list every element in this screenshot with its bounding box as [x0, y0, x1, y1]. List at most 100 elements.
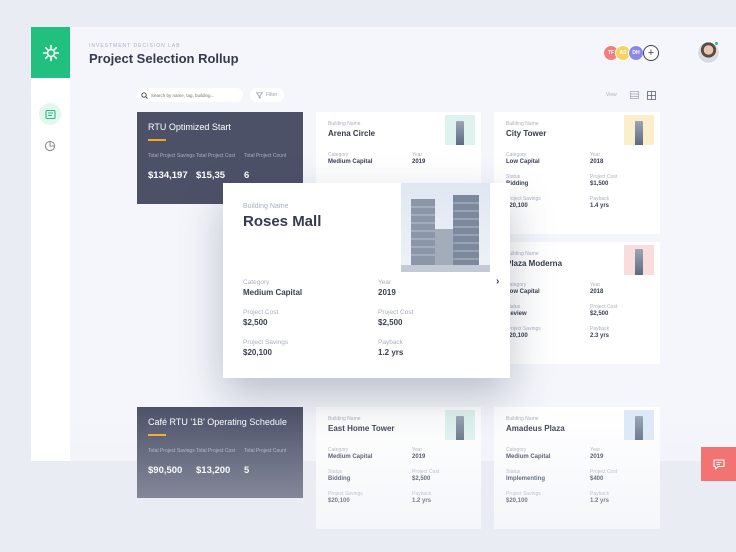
filter-icon — [256, 91, 263, 99]
search-input[interactable] — [151, 92, 239, 98]
add-member-button[interactable]: + — [643, 45, 659, 61]
status-value: Bidding — [506, 181, 529, 187]
payback-value: 2.3 yrs — [590, 333, 610, 339]
cost-value: $400 — [590, 476, 604, 482]
building-thumbnail — [445, 410, 475, 440]
field-label: Year — [412, 447, 423, 453]
field-label: Payback — [590, 196, 610, 202]
field-label: Project Cost — [590, 174, 618, 180]
savings-value: $20,100 — [506, 203, 528, 209]
field-label: Status — [506, 469, 521, 475]
category-value: Medium Capital — [243, 288, 303, 297]
list-view-button[interactable] — [627, 88, 641, 102]
group-summary-card[interactable]: Café RTU '1B' Operating Schedule Total P… — [137, 407, 303, 498]
building-photo — [401, 183, 490, 272]
field-label: Year — [378, 279, 392, 286]
savings-value: $20,100 — [328, 498, 350, 504]
year-value: 2019 — [590, 454, 604, 460]
stat-value: $13,200 — [196, 465, 231, 476]
category-value: Medium Capital — [328, 454, 373, 460]
field-label: Year — [412, 152, 423, 158]
field-label: Status — [506, 174, 521, 180]
building-thumbnail — [624, 410, 654, 440]
avatar[interactable]: DH — [628, 45, 644, 61]
building-card[interactable]: Building Name Amadeus Plaza Category Medi… — [494, 407, 660, 529]
list-icon — [44, 109, 56, 119]
building-icon — [635, 121, 643, 145]
category-value: Medium Capital — [328, 159, 373, 165]
cost-value: $1,500 — [590, 181, 609, 187]
payback-value: 1.2 yrs — [590, 498, 610, 504]
chat-icon — [712, 458, 725, 470]
group-title: RTU Optimized Start — [148, 122, 231, 132]
field-label: Project Cost — [243, 309, 279, 316]
building-icon — [456, 121, 464, 145]
building-card[interactable]: Building Name City Tower Category Low Cap… — [494, 112, 660, 234]
building-icon — [635, 416, 643, 440]
stat-value: $15,35 — [196, 170, 226, 181]
stat-value: $90,500 — [148, 465, 183, 476]
year-value: 2018 — [590, 159, 604, 165]
filter-label: Filter — [266, 92, 278, 98]
filter-button[interactable]: Filter — [250, 88, 284, 102]
building-thumbnail — [624, 115, 654, 145]
field-label: Project Savings — [328, 491, 363, 497]
plus-icon: + — [647, 46, 655, 59]
building-detail-card[interactable]: Building Name Roses Mall Category Medium … — [223, 183, 510, 378]
search-bar[interactable] — [137, 88, 243, 102]
field-label: Status — [328, 469, 343, 475]
stat-label: Total Project Count — [244, 448, 287, 454]
status-value: Implementing — [506, 476, 546, 482]
stat-label: Total Project Count — [244, 153, 287, 159]
category-value: Low Capital — [506, 289, 540, 295]
status-value: Bidding — [328, 476, 351, 482]
chevron-right-icon[interactable]: › — [496, 276, 499, 287]
grid-view-button[interactable] — [644, 88, 658, 102]
field-label: Payback — [590, 326, 610, 332]
category-value: Medium Capital — [506, 454, 551, 460]
field-label: Project Savings — [506, 326, 541, 332]
cost-value: $2,500 — [243, 318, 268, 327]
group-title: Café RTU '1B' Operating Schedule — [148, 417, 287, 427]
payback-value: 1.2 yrs — [378, 348, 404, 357]
field-label: Payback — [412, 491, 432, 497]
cost-value-secondary: $2,500 — [378, 318, 403, 327]
field-label: Year — [590, 447, 601, 453]
sidebar-item-projects[interactable] — [39, 103, 61, 125]
sidebar-item-reports[interactable] — [39, 135, 61, 157]
field-label: Category — [328, 447, 349, 453]
field-label: Project Cost — [590, 304, 618, 310]
field-label: Category — [506, 447, 527, 453]
stat-label: Total Project Savings — [148, 153, 195, 159]
app-logo[interactable] — [31, 27, 70, 78]
year-value: 2019 — [378, 288, 396, 297]
year-value: 2019 — [412, 159, 426, 165]
field-label: Project Savings — [506, 196, 541, 202]
year-value: 2018 — [590, 289, 604, 295]
savings-value: $20,100 — [506, 498, 528, 504]
list-view-icon — [629, 91, 639, 99]
grid-view-icon — [646, 90, 656, 100]
pie-chart-icon — [44, 140, 56, 152]
building-card[interactable]: Building Name Plaza Moderna Category Low … — [494, 242, 660, 364]
field-label: Year — [590, 152, 601, 158]
stat-value: 5 — [244, 465, 250, 476]
page-kicker: INVESTMENT DECISION LAB — [89, 43, 181, 49]
field-label: Project Cost — [378, 309, 414, 316]
building-card[interactable]: Building Name East Home Tower Category Me… — [316, 407, 481, 529]
search-icon — [141, 91, 148, 99]
field-label: Project Savings — [506, 491, 541, 497]
field-label: Category — [328, 152, 349, 158]
field-label: Project Cost — [412, 469, 440, 475]
savings-value: $20,100 — [243, 348, 272, 357]
building-thumbnail — [624, 245, 654, 275]
chat-button[interactable] — [701, 447, 736, 481]
title-accent — [148, 139, 166, 141]
field-label: Category — [506, 152, 527, 158]
building-thumbnail — [445, 115, 475, 145]
cost-value: $2,500 — [412, 476, 431, 482]
field-label: Payback — [378, 339, 403, 346]
stat-value: 6 — [244, 170, 250, 181]
field-label: Year — [590, 282, 601, 288]
logo-icon — [42, 44, 59, 61]
